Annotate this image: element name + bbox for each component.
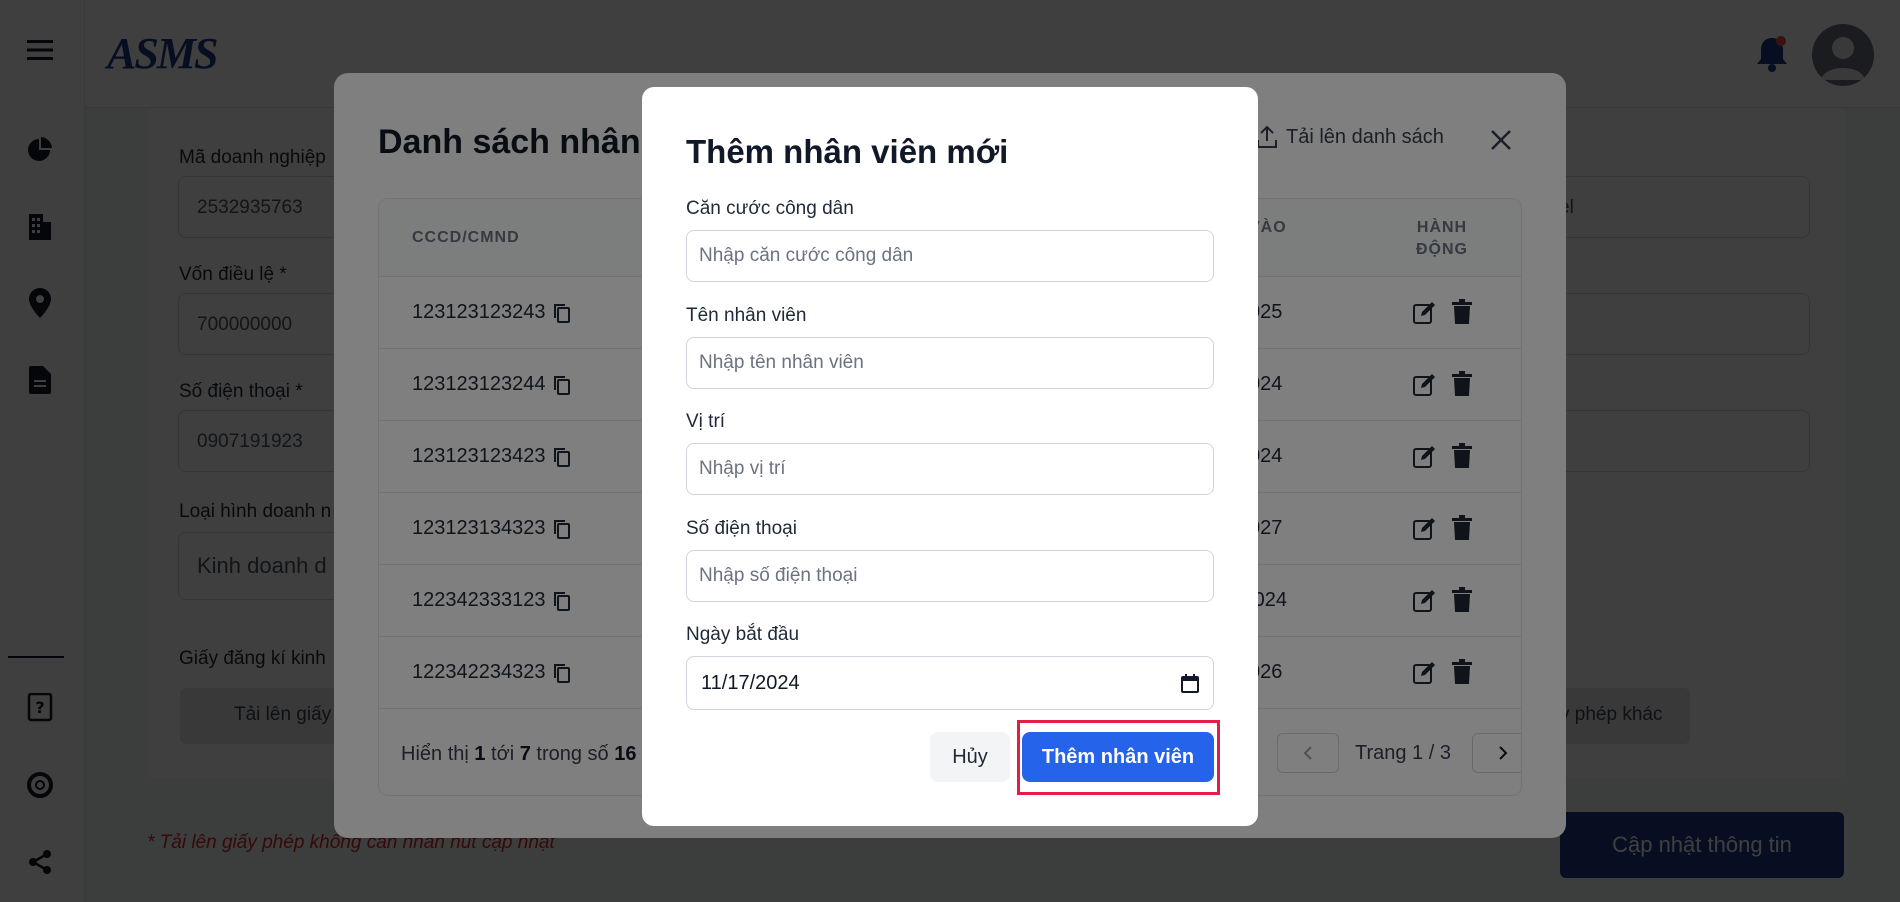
field-label: Số điện thoại [686, 518, 797, 539]
calendar-icon[interactable] [1181, 674, 1199, 693]
add-employee-modal: Thêm nhân viên mới Căn cước công dân Tên… [642, 87, 1258, 826]
field-label: Ngày bắt đầu [686, 624, 800, 645]
employee-name-input[interactable] [686, 337, 1214, 389]
date-value: 11/17/2024 [701, 671, 800, 694]
position-input[interactable] [686, 443, 1214, 495]
field-label: Tên nhân viên [686, 305, 807, 326]
phone-input[interactable] [686, 550, 1214, 602]
field-label: Căn cước công dân [686, 198, 854, 219]
field-label: Vị trí [686, 411, 726, 432]
cancel-button[interactable]: Hủy [930, 732, 1010, 782]
citizen-id-input[interactable] [686, 230, 1214, 282]
highlight-box [1017, 720, 1220, 795]
start-date-input[interactable]: 11/17/2024 [686, 656, 1214, 710]
modal-title: Thêm nhân viên mới [686, 133, 1009, 170]
